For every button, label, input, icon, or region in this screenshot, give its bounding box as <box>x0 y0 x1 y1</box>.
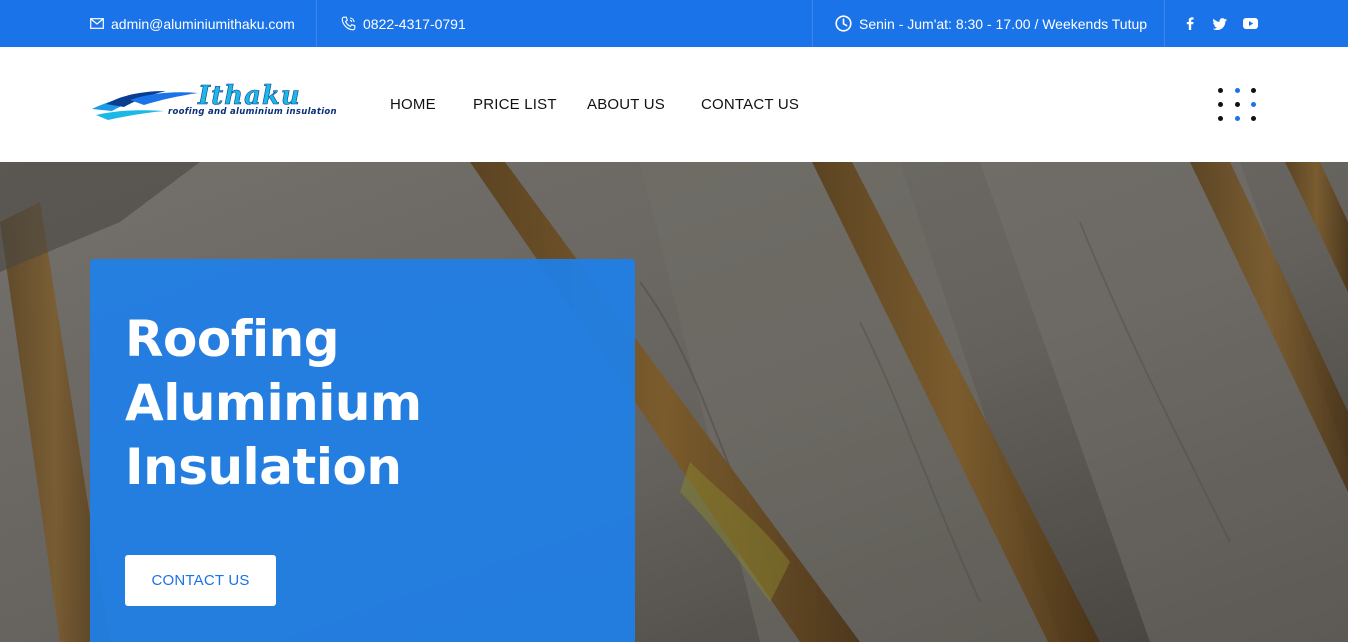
hero-title-line: Roofing <box>125 310 339 368</box>
hero-title-line: Aluminium <box>125 374 422 432</box>
menu-dot <box>1218 88 1223 93</box>
top-bar: admin@aluminiumithaku.com 0822-4317-0791… <box>0 0 1348 47</box>
menu-dot <box>1251 102 1256 107</box>
youtube-icon[interactable] <box>1235 18 1265 29</box>
logo-subtitle: roofing and aluminium insulation <box>168 107 337 117</box>
email-contact[interactable]: admin@aluminiumithaku.com <box>90 0 295 47</box>
nav-price-list-wrap: PRICE LIST <box>473 47 557 162</box>
hero-title: Roofing Aluminium Insulation <box>125 307 422 499</box>
menu-dot <box>1235 88 1240 93</box>
nav-contact-us[interactable]: CONTACT US <box>701 96 799 113</box>
nav-price-list[interactable]: PRICE LIST <box>473 96 557 113</box>
nav-home-wrap: HOME <box>390 47 436 162</box>
clock-icon <box>835 15 852 32</box>
twitter-icon[interactable] <box>1205 17 1235 30</box>
nav-home[interactable]: HOME <box>390 96 436 113</box>
phone-text: 0822-4317-0791 <box>363 15 466 32</box>
hours-text: Senin - Jum'at: 8:30 - 17.00 / Weekends … <box>859 15 1148 32</box>
main-header: Ithaku roofing and aluminium insulation … <box>0 47 1348 162</box>
nav-about-us-wrap: ABOUT US <box>587 47 665 162</box>
envelope-icon <box>90 18 104 29</box>
divider <box>1164 0 1165 47</box>
menu-dot <box>1251 88 1256 93</box>
menu-dot <box>1235 102 1240 107</box>
email-text: admin@aluminiumithaku.com <box>111 15 295 32</box>
nav-about-us[interactable]: ABOUT US <box>587 96 665 113</box>
contact-us-button[interactable]: CONTACT US <box>125 555 276 606</box>
social-links <box>1175 0 1265 47</box>
divider <box>316 0 317 47</box>
menu-dot <box>1235 116 1240 121</box>
phone-contact[interactable]: 0822-4317-0791 <box>341 0 466 47</box>
site-logo[interactable]: Ithaku roofing and aluminium insulation <box>90 81 360 123</box>
hero-section: Roofing Aluminium Insulation CONTACT US <box>0 162 1348 642</box>
menu-dot <box>1251 116 1256 121</box>
hero-title-line: Insulation <box>125 438 402 496</box>
divider <box>812 0 813 47</box>
facebook-icon[interactable] <box>1175 17 1205 30</box>
menu-dot <box>1218 116 1223 121</box>
hero-card: Roofing Aluminium Insulation CONTACT US <box>90 259 635 642</box>
opening-hours: Senin - Jum'at: 8:30 - 17.00 / Weekends … <box>835 0 1147 47</box>
nav-contact-us-wrap: CONTACT US <box>701 47 799 162</box>
menu-dot <box>1218 102 1223 107</box>
phone-icon <box>341 16 356 31</box>
logo-swoosh-icon <box>92 91 198 120</box>
dots-grid-icon[interactable] <box>1216 86 1258 124</box>
